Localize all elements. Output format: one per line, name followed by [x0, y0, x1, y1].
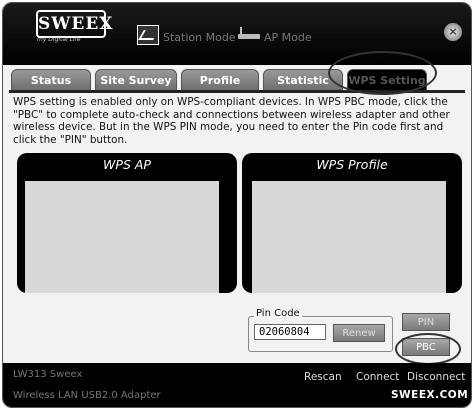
connect-button[interactable]: Connect [356, 371, 399, 383]
disconnect-button[interactable]: Disconnect [407, 371, 465, 383]
tab-profile[interactable]: Profile [181, 69, 259, 91]
tab-status[interactable]: Status [11, 69, 91, 91]
wps-ap-title: WPS AP [103, 157, 151, 172]
adapter-name: Wireless LAN USB2.0 Adapter [13, 390, 161, 401]
ap-mode-icon[interactable] [238, 27, 260, 39]
close-button[interactable]: × [444, 23, 462, 41]
pin-code-label: Pin Code [254, 308, 302, 319]
pbc-highlight-circle [395, 333, 461, 365]
wps-ap-panel: WPS AP [17, 153, 237, 293]
ap-mode-label[interactable]: AP Mode [264, 31, 312, 44]
pin-button[interactable]: PIN [402, 313, 450, 331]
device-name: LW313 Sweex [13, 369, 83, 380]
brand-url: SWEEX.COM [391, 389, 469, 401]
wps-profile-panel: WPS Profile [242, 153, 462, 293]
status-bar: LW313 Sweex Wireless LAN USB2.0 Adapter … [3, 363, 471, 407]
wps-tab-highlight-circle [328, 51, 437, 95]
wps-profile-title: WPS Profile [316, 157, 388, 172]
sweex-logo: SWEEX [36, 10, 112, 38]
logo-tagline: my Digital Life [37, 36, 81, 43]
pin-code-input[interactable] [254, 324, 326, 340]
wps-ap-list[interactable] [25, 181, 219, 293]
station-mode-icon[interactable] [137, 25, 159, 45]
renew-button[interactable]: Renew [333, 324, 385, 342]
rescan-button[interactable]: Rescan [304, 371, 342, 383]
station-mode-label[interactable]: Station Mode [163, 31, 236, 44]
wps-profile-list[interactable] [252, 181, 446, 293]
app-window: SWEEX my Digital Life Station Mode AP Mo… [2, 2, 472, 408]
tab-site-survey[interactable]: Site Survey [95, 69, 177, 91]
wps-description: WPS setting is enabled only on WPS-compl… [13, 96, 450, 146]
